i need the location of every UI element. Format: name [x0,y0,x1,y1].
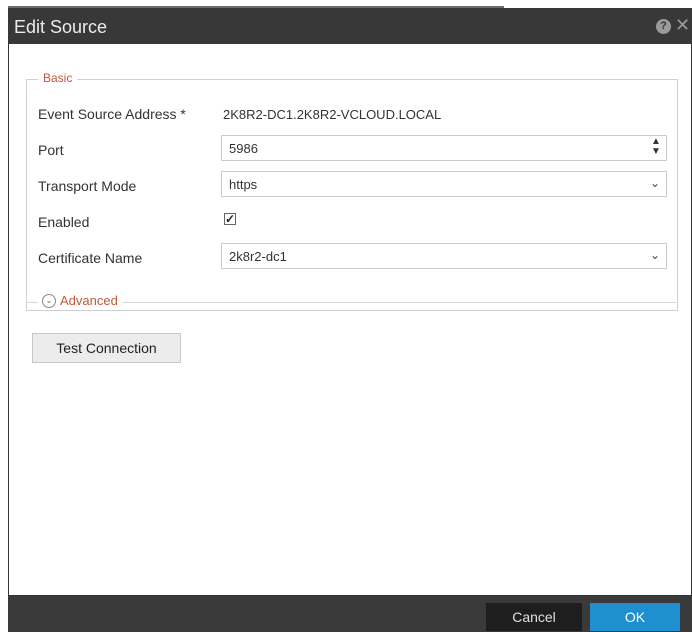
basic-fieldset: Basic Event Source Address * 2K8R2-DC1.2… [26,71,678,311]
port-stepper[interactable]: 5986 ▲ ▼ [221,135,667,161]
spinner-icon[interactable]: ▲ ▼ [650,137,662,157]
port-label: Port [38,142,64,158]
chevron-down-icon: ⌄ [649,176,660,190]
advanced-label: Advanced [60,293,118,308]
transport-mode-value: https [229,177,258,192]
enabled-checkbox[interactable]: ✓ [224,213,236,225]
dialog-title: Edit Source [14,17,108,37]
advanced-toggle[interactable]: ⌄ Advanced [38,293,122,308]
close-icon[interactable]: ✕ [675,16,690,34]
chevron-down-icon: ⌄ [649,248,660,262]
enabled-label: Enabled [38,214,90,230]
certificate-name-select[interactable]: 2k8r2-dc1 ⌄ [221,243,667,269]
certificate-name-value: 2k8r2-dc1 [229,249,287,264]
dialog-titlebar: Edit Source ? ✕ [8,8,692,44]
chevron-circle-down-icon: ⌄ [42,293,56,308]
transport-mode-label: Transport Mode [38,178,137,194]
help-icon[interactable]: ? [656,19,671,34]
advanced-divider [26,302,676,303]
cancel-button[interactable]: Cancel [486,603,582,631]
ok-button[interactable]: OK [590,603,680,631]
port-value: 5986 [229,141,258,156]
event-source-address-label: Event Source Address * [38,106,186,122]
test-connection-button[interactable]: Test Connection [32,333,181,363]
edit-source-dialog: Edit Source ? ✕ Basic Event Source Addre… [8,8,692,632]
certificate-name-label: Certificate Name [38,250,143,266]
dialog-body: Basic Event Source Address * 2K8R2-DC1.2… [9,44,691,595]
transport-mode-select[interactable]: https ⌄ [221,171,667,197]
dialog-footer: Cancel OK [8,596,692,632]
basic-legend: Basic [38,71,78,85]
event-source-address-value: 2K8R2-DC1.2K8R2-VCLOUD.LOCAL [223,107,442,122]
